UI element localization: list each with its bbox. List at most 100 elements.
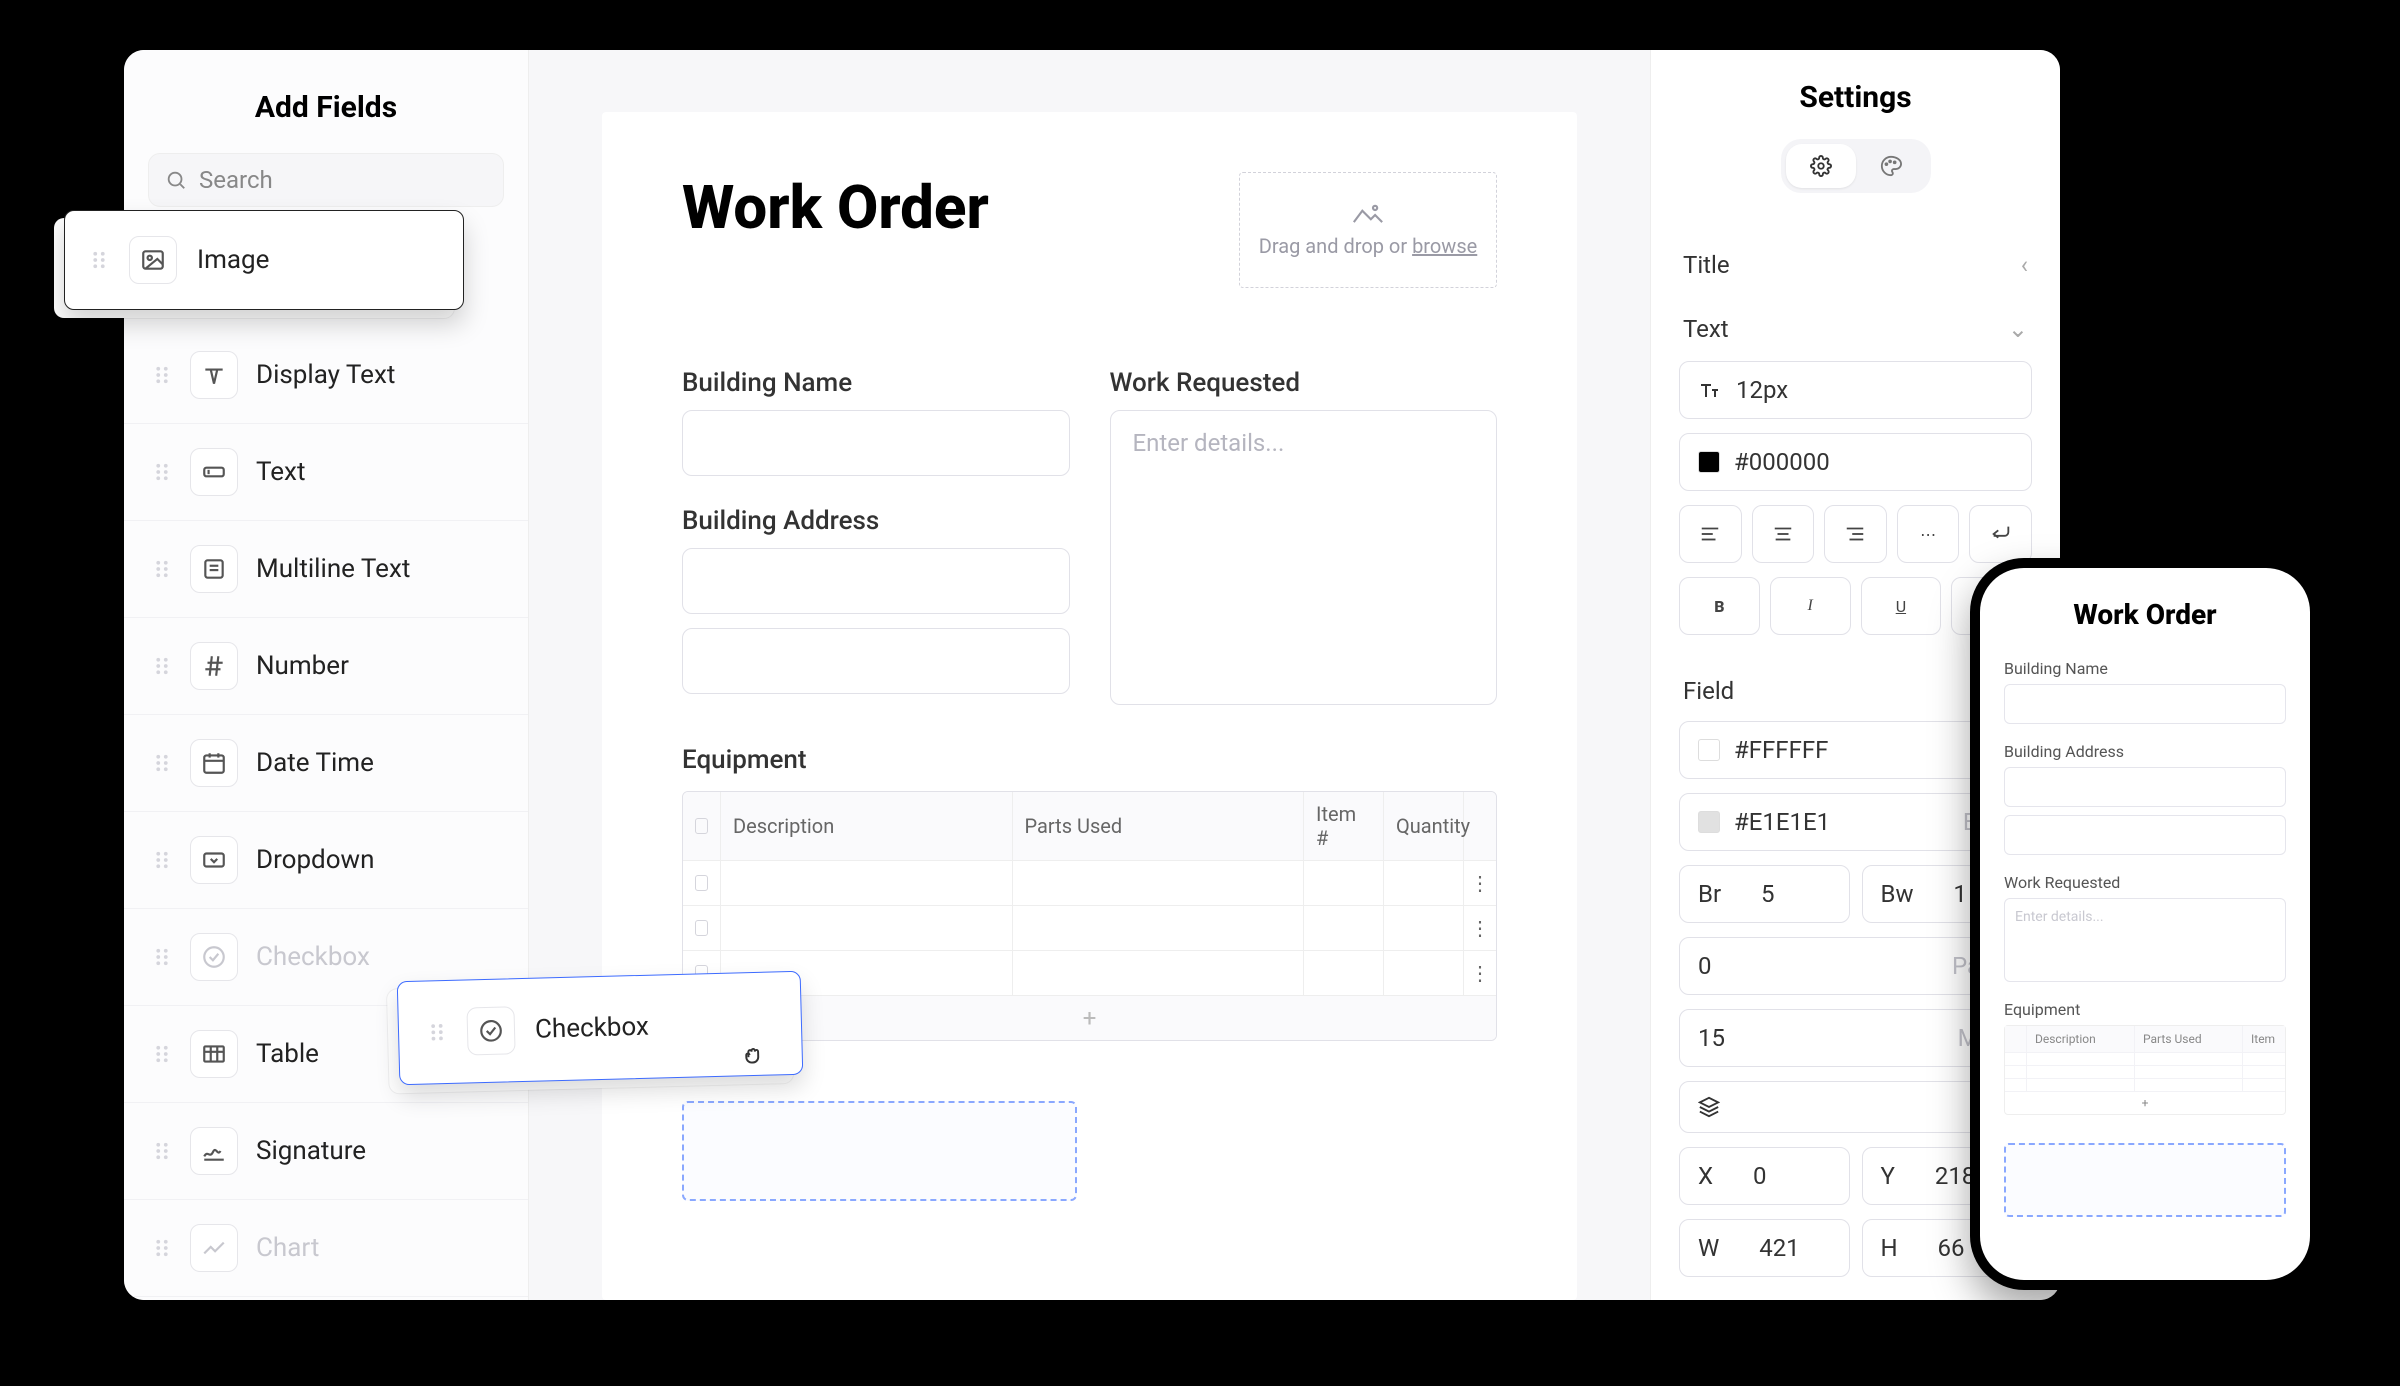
canvas-area[interactable]: Work Order Drag and drop or browse Build… [529,50,1650,1300]
building-name-input[interactable] [682,410,1070,476]
underline-button[interactable]: U [1861,577,1942,635]
settings-title: Settings [1679,80,2032,115]
upload-text: Drag and drop or [1259,234,1412,258]
drag-handle-icon[interactable] [152,462,172,482]
row-menu-icon[interactable]: ⋮ [1464,951,1496,995]
table-row[interactable]: ⋮ [683,861,1496,906]
table-row[interactable]: ⋮ [683,906,1496,951]
drag-handle-icon[interactable] [152,559,172,579]
date-time-icon [190,739,238,787]
phone-building-name-label: Building Name [2004,659,2286,678]
bold-button[interactable]: B [1679,577,1760,635]
italic-button[interactable]: I [1770,577,1851,635]
align-center-icon [1772,523,1794,545]
more-button[interactable]: ⋯ [1897,505,1960,563]
drag-handle-icon[interactable] [152,365,172,385]
field-item-text[interactable]: Text [124,424,528,521]
settings-tab-properties[interactable] [1786,144,1856,188]
drag-handle-icon[interactable] [152,850,172,870]
drag-handle-icon[interactable] [152,753,172,773]
chevron-down-icon: ⌄ [2008,315,2028,343]
browse-link[interactable]: browse [1412,234,1477,258]
equipment-table[interactable]: Description Parts Used Item # Quantity ⋮… [682,791,1497,1041]
align-center-button[interactable] [1752,505,1815,563]
work-requested-textarea[interactable]: Enter details... [1110,410,1498,705]
signature-icon [190,1127,238,1175]
building-address-label: Building Address [682,506,1070,536]
section-title-label: Title [1683,251,1730,279]
row-checkbox[interactable] [695,875,708,891]
phone-work-requested-textarea[interactable]: Enter details... [2004,898,2286,982]
align-right-button[interactable] [1824,505,1887,563]
building-address-input-1[interactable] [682,548,1070,614]
section-title[interactable]: Title ‹ [1679,233,2032,297]
col-parts-used: Parts Used [1013,792,1305,860]
wrap-button[interactable] [1969,505,2032,563]
multiline-text-icon [190,545,238,593]
grab-cursor-icon [739,1043,766,1070]
field-item-number[interactable]: Number [124,618,528,715]
field-item-dropdown[interactable]: Dropdown [124,812,528,909]
table-icon [190,1030,238,1078]
phone-drop-target[interactable] [2004,1143,2286,1217]
row-menu-icon[interactable]: ⋮ [1464,861,1496,905]
font-size-input[interactable]: 12px [1679,361,2032,419]
field-item-display-text[interactable]: Display Text [124,327,528,424]
phone-add-row[interactable]: + [2005,1092,2285,1114]
font-size-value: 12px [1736,376,1788,404]
search-input[interactable]: Search [148,153,504,207]
drag-handle-icon[interactable] [427,1022,448,1043]
dragged-field-image[interactable]: Image [64,210,464,310]
phone-building-name-input[interactable] [2004,684,2286,724]
border-radius-input[interactable]: Br 5 [1679,865,1850,923]
row-menu-icon[interactable]: ⋮ [1464,906,1496,950]
checkbox-icon [466,1006,515,1055]
work-requested-placeholder: Enter details... [1133,429,1285,457]
dragged-field-checkbox[interactable]: Checkbox [397,971,804,1086]
drag-handle-icon[interactable] [89,250,109,270]
field-label: Dropdown [256,845,374,875]
field-item-signature[interactable]: Signature [124,1103,528,1200]
add-row-button[interactable]: + [683,996,1496,1040]
table-header-row: Description Parts Used Item # Quantity [683,792,1496,861]
drag-handle-icon[interactable] [152,1141,172,1161]
align-left-icon [1699,523,1721,545]
width-input[interactable]: W 421 [1679,1219,1850,1277]
field-label: Chart [256,1233,319,1263]
text-color-input[interactable]: #000000 [1679,433,2032,491]
field-item-chart[interactable]: Chart [124,1200,528,1297]
field-item-multiline-text[interactable]: Multiline Text [124,521,528,618]
drag-handle-icon[interactable] [152,947,172,967]
building-name-label: Building Name [682,368,1070,398]
image-upload-dropzone[interactable]: Drag and drop or browse [1239,172,1497,288]
drag-handle-icon[interactable] [152,1044,172,1064]
field-item-date-time[interactable]: Date Time [124,715,528,812]
checkbox-header[interactable] [695,818,708,834]
field-label: Checkbox [535,1012,650,1045]
drag-handle-icon[interactable] [152,656,172,676]
field-label: Image [197,245,269,275]
row-checkbox[interactable] [695,920,708,936]
building-address-input-2[interactable] [682,628,1070,694]
col-quantity: Quantity [1384,792,1464,860]
color-swatch [1698,451,1720,473]
field-label: Checkbox [256,942,370,972]
phone-equipment-table[interactable]: DescriptionParts UsedItem + [2004,1025,2286,1115]
underline-icon: U [1896,597,1906,616]
search-icon [165,169,187,191]
settings-tab-style[interactable] [1856,144,1926,188]
field-label: Signature [256,1136,366,1166]
pos-x-input[interactable]: X 0 [1679,1147,1850,1205]
section-text[interactable]: Text ⌄ [1679,297,2032,361]
table-row[interactable]: ⋮ [683,951,1496,996]
align-left-button[interactable] [1679,505,1742,563]
phone-building-address-input-2[interactable] [2004,815,2286,855]
text-color-value: #000000 [1734,448,1830,476]
drop-target-zone[interactable] [682,1101,1077,1201]
sidebar-title: Add Fields [124,50,528,153]
layers-icon [1698,1096,1720,1118]
phone-building-address-input-1[interactable] [2004,767,2286,807]
chart-icon [190,1224,238,1272]
phone-equipment-label: Equipment [2004,1000,2286,1019]
drag-handle-icon[interactable] [152,1238,172,1258]
